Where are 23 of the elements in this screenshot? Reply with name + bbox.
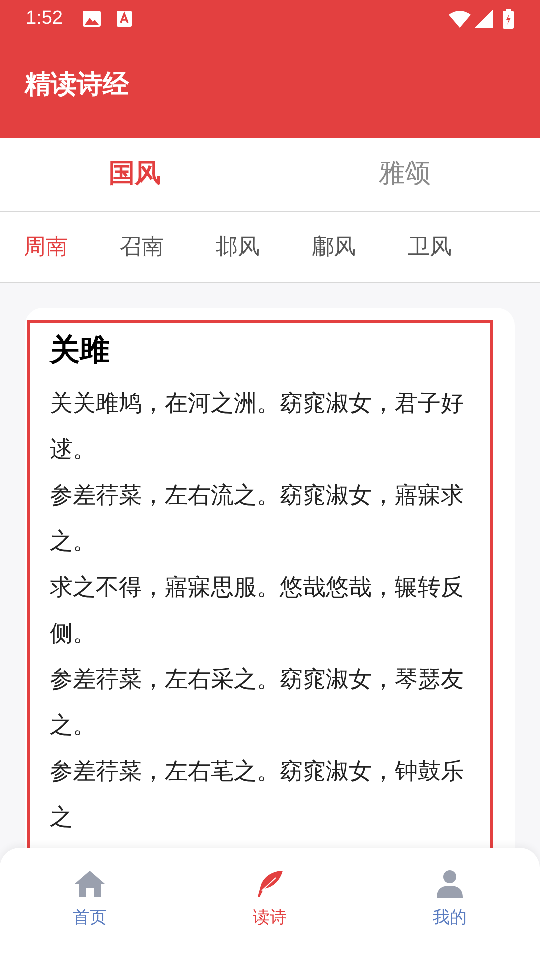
notification-icon (116, 11, 132, 27)
section-tab[interactable]: 周南 (24, 230, 68, 264)
poem-title: 关雎 (50, 332, 111, 370)
status-time: 1:52 (26, 6, 63, 31)
nav-item[interactable]: 首页 (0, 848, 180, 960)
signal-icon (475, 10, 493, 28)
section-tab[interactable]: 卫风 (408, 230, 452, 264)
nav-item[interactable]: 我的 (360, 848, 540, 960)
app-title: 精读诗经 (25, 68, 129, 102)
poem-line: 求之不得，寤寐思服。悠哉悠哉，辗转反侧。 (50, 574, 465, 649)
category-tab[interactable]: 雅颂 (270, 138, 540, 211)
section-tab[interactable]: 鄘风 (312, 230, 356, 264)
poem-line: 参差荇菜，左右芼之。窈窕淑女，钟鼓乐之 (50, 758, 465, 833)
poem-line: 参差荇菜，左右流之。窈窕淑女，寤寐求之。 (50, 482, 465, 557)
battery-icon (503, 9, 514, 29)
nav-item[interactable]: 读诗 (180, 848, 360, 960)
wifi-icon (449, 10, 471, 28)
section-tab[interactable]: 召南 (120, 230, 164, 264)
section-tab[interactable]: 邶风 (216, 230, 260, 264)
poem-line: 参差荇菜，左右采之。窈窕淑女，琴瑟友之。 (50, 666, 465, 741)
image-icon (82, 11, 101, 27)
category-tab[interactable]: 国风 (0, 138, 270, 211)
poem-line: 关关雎鸠，在河之洲。窈窕淑女，君子好逑。 (50, 390, 465, 465)
